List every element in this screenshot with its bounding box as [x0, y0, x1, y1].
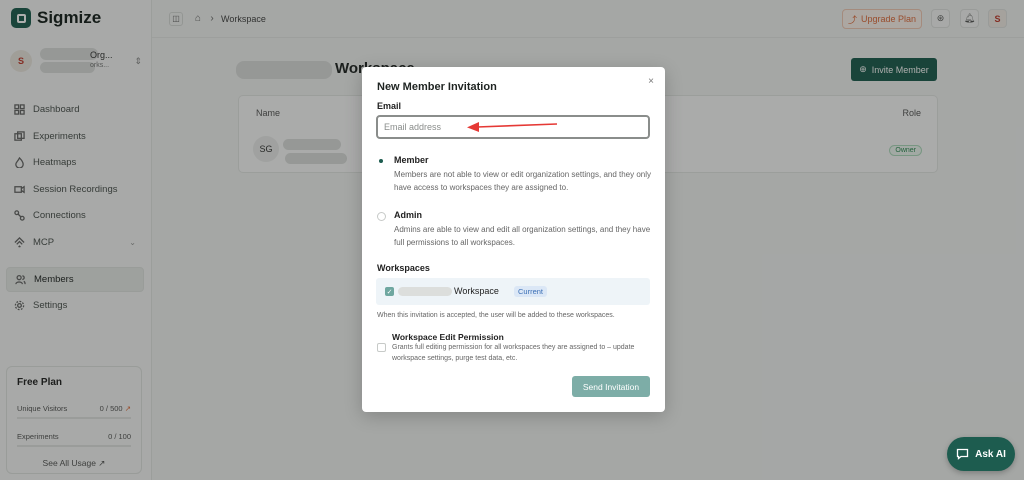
- annotation-arrow-icon: [467, 122, 558, 132]
- role-description: Admins are able to view and edit all org…: [394, 225, 651, 247]
- ask-ai-button[interactable]: Ask AI: [947, 437, 1015, 471]
- workspace-name: Workspace: [454, 286, 499, 296]
- permission-description: Grants full editing permission for all w…: [392, 344, 635, 362]
- member-radio[interactable]: [377, 157, 386, 166]
- role-option-member[interactable]: Member Members are not able to view or e…: [377, 155, 652, 194]
- workspace-checkbox[interactable]: ✓: [385, 287, 394, 296]
- permission-title: Workspace Edit Permission: [392, 332, 504, 342]
- role-title: Member: [394, 155, 429, 165]
- edit-permission-checkbox[interactable]: [377, 343, 386, 352]
- role-title: Admin: [394, 210, 422, 220]
- send-invitation-button[interactable]: Send Invitation: [572, 376, 650, 397]
- workspace-option[interactable]: ✓ Workspace Current: [376, 278, 650, 305]
- chat-icon: [956, 448, 969, 460]
- status-badge: Current: [514, 286, 548, 297]
- workspaces-label: Workspaces: [377, 263, 430, 273]
- admin-radio[interactable]: [377, 212, 386, 221]
- role-option-admin[interactable]: Admin Admins are able to view and edit a…: [377, 210, 652, 249]
- email-label: Email: [377, 101, 402, 111]
- modal-title: New Member Invitation: [377, 81, 497, 93]
- workspace-note: When this invitation is accepted, the us…: [377, 312, 615, 319]
- invite-modal: × New Member Invitation Email Member Mem…: [362, 67, 665, 412]
- role-description: Members are not able to view or edit org…: [394, 170, 652, 192]
- close-icon[interactable]: ×: [648, 76, 654, 87]
- ask-ai-label: Ask AI: [975, 448, 1006, 460]
- redacted-workspace-name: [398, 287, 452, 296]
